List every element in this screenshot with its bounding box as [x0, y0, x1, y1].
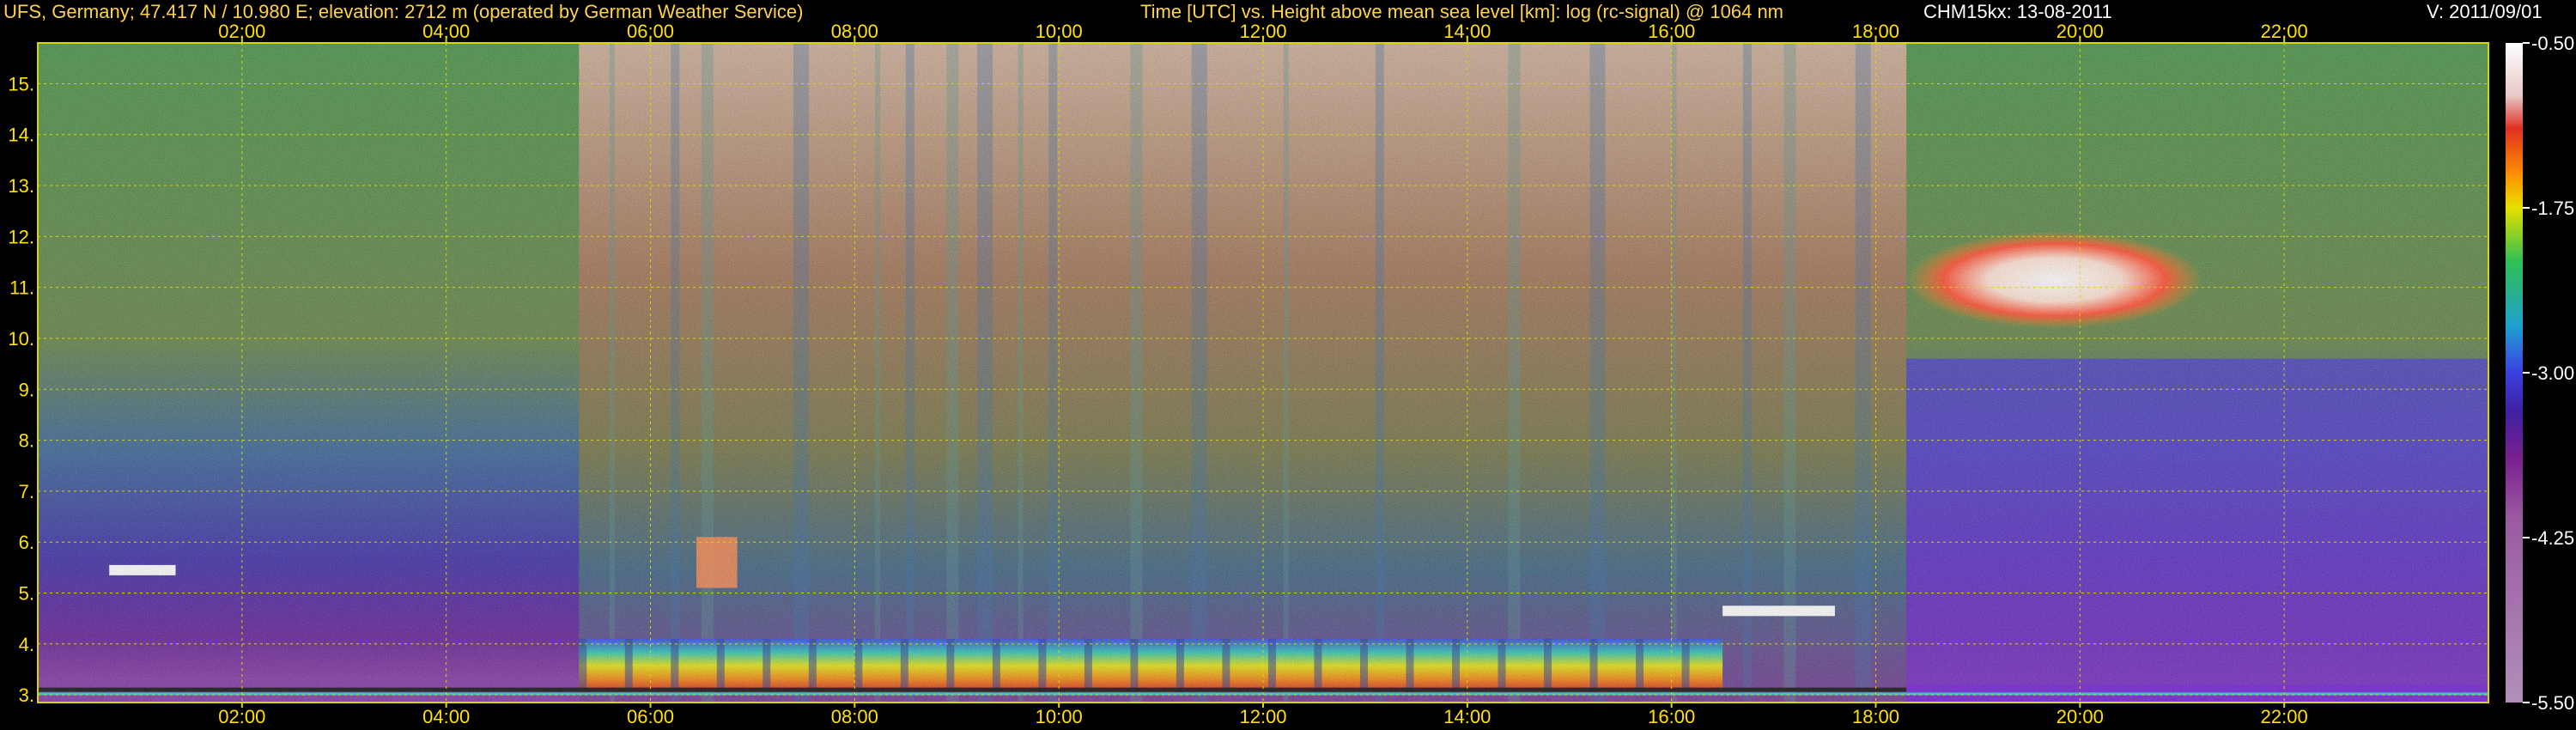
- x-tick-label-bottom: 12:00: [1239, 706, 1286, 727]
- y-tick-label: 4.: [19, 634, 34, 655]
- y-tick-label: 8.: [19, 430, 34, 452]
- colorbar-label: -0.50: [2531, 33, 2574, 54]
- x-tick-label-bottom: 04:00: [422, 706, 470, 727]
- x-tick-label-bottom: 18:00: [1852, 706, 1899, 727]
- x-tick-label-bottom: 02:00: [218, 706, 265, 727]
- colorbar-label: -3.00: [2531, 362, 2574, 384]
- x-tick-label-bottom: 14:00: [1443, 706, 1491, 727]
- y-tick-label: 5.: [19, 582, 34, 604]
- x-tick-label-bottom: 06:00: [627, 706, 674, 727]
- y-tick-label: 3.: [19, 684, 34, 706]
- x-tick-label-bottom: 16:00: [1648, 706, 1695, 727]
- y-tick-label: 6.: [19, 532, 34, 553]
- y-tick-label: 12.: [8, 226, 34, 247]
- y-tick-label: 10.: [8, 328, 34, 350]
- y-tick-label: 14.: [8, 125, 34, 146]
- colorbar-label: -4.25: [2531, 527, 2574, 549]
- y-tick-label: 9.: [19, 379, 34, 400]
- y-tick-label: 15.: [8, 73, 34, 94]
- x-tick-label-bottom: 10:00: [1036, 706, 1083, 727]
- x-tick-label-bottom: 20:00: [2057, 706, 2104, 727]
- x-tick-label-bottom: 22:00: [2261, 706, 2308, 727]
- y-tick-label: 7.: [19, 481, 34, 502]
- x-tick-label-bottom: 08:00: [831, 706, 878, 727]
- y-tick-label: 13.: [8, 175, 34, 197]
- colorbar: -0.50 -1.75 -3.00 -4.25 -5.50: [2506, 33, 2574, 714]
- colorbar-gradient: [2506, 43, 2523, 703]
- colorbar-label: -5.50: [2531, 692, 2574, 714]
- y-tick-label: 11.: [9, 277, 34, 299]
- colorbar-label: -1.75: [2531, 198, 2574, 219]
- lidar-chart: 02:0002:0004:0004:0006:0006:0008:0008:00…: [8, 21, 2574, 727]
